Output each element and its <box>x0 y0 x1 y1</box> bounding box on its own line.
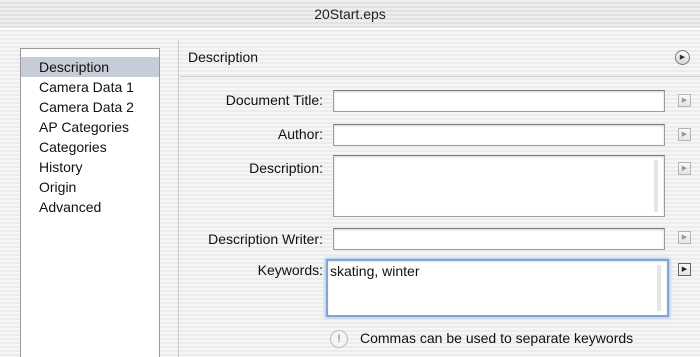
sidebar-item-camera-data-2[interactable]: Camera Data 2 <box>21 97 159 117</box>
document-title-label: Document Title: <box>225 92 323 108</box>
keywords-label-box: Keywords: <box>180 262 323 282</box>
circle-arrow-icon[interactable]: ▶ <box>675 50 690 65</box>
category-list: Description Camera Data 1 Camera Data 2 … <box>20 48 160 357</box>
keywords-value: skating, winter <box>330 263 420 279</box>
description-writer-label-box: Description Writer: <box>180 231 323 251</box>
sidebar-item-origin[interactable]: Origin <box>21 177 159 197</box>
author-field[interactable] <box>333 124 665 146</box>
document-title-label-box: Document Title: <box>180 92 323 112</box>
keywords-hint-text: Commas can be used to separate keywords <box>360 330 634 346</box>
author-menu-arrow-icon[interactable]: ▶ <box>678 128 691 141</box>
document-title-menu-arrow-icon[interactable]: ▶ <box>678 94 691 107</box>
panel-divider <box>178 40 179 357</box>
file-info-window: 20Start.eps Description Camera Data 1 Ca… <box>0 0 700 357</box>
sidebar-item-history[interactable]: History <box>21 157 159 177</box>
description-writer-menu-arrow-icon[interactable]: ▶ <box>678 231 691 244</box>
sidebar-item-advanced[interactable]: Advanced <box>21 197 159 217</box>
titlebar-highlight <box>0 28 700 29</box>
panel-title: Description <box>188 49 259 65</box>
sidebar-item-description[interactable]: Description <box>21 57 159 77</box>
keywords-hint: ! Commas can be used to separate keywords <box>330 330 634 349</box>
description-label: Description: <box>249 160 323 176</box>
info-icon: ! <box>330 330 348 349</box>
description-scrollbar[interactable] <box>654 160 658 212</box>
description-label-box: Description: <box>180 160 323 180</box>
sidebar-item-camera-data-1[interactable]: Camera Data 1 <box>21 77 159 97</box>
keywords-scrollbar[interactable] <box>657 265 661 311</box>
document-title-field[interactable] <box>333 90 665 112</box>
panel-header-rule <box>180 76 700 77</box>
keywords-label: Keywords: <box>257 262 323 278</box>
window-title: 20Start.eps <box>314 6 386 22</box>
sidebar-item-categories[interactable]: Categories <box>21 137 159 157</box>
window-titlebar[interactable]: 20Start.eps <box>0 0 700 29</box>
sidebar-item-ap-categories[interactable]: AP Categories <box>21 117 159 137</box>
description-menu-arrow-icon[interactable]: ▶ <box>678 162 691 175</box>
author-label-box: Author: <box>180 126 323 146</box>
description-writer-label: Description Writer: <box>208 231 323 247</box>
description-field[interactable] <box>333 155 665 217</box>
description-writer-field[interactable] <box>333 228 665 250</box>
keywords-field[interactable]: skating, winter <box>326 259 669 317</box>
keywords-menu-arrow-icon[interactable]: ▶ <box>678 263 691 276</box>
author-label: Author: <box>277 126 323 142</box>
